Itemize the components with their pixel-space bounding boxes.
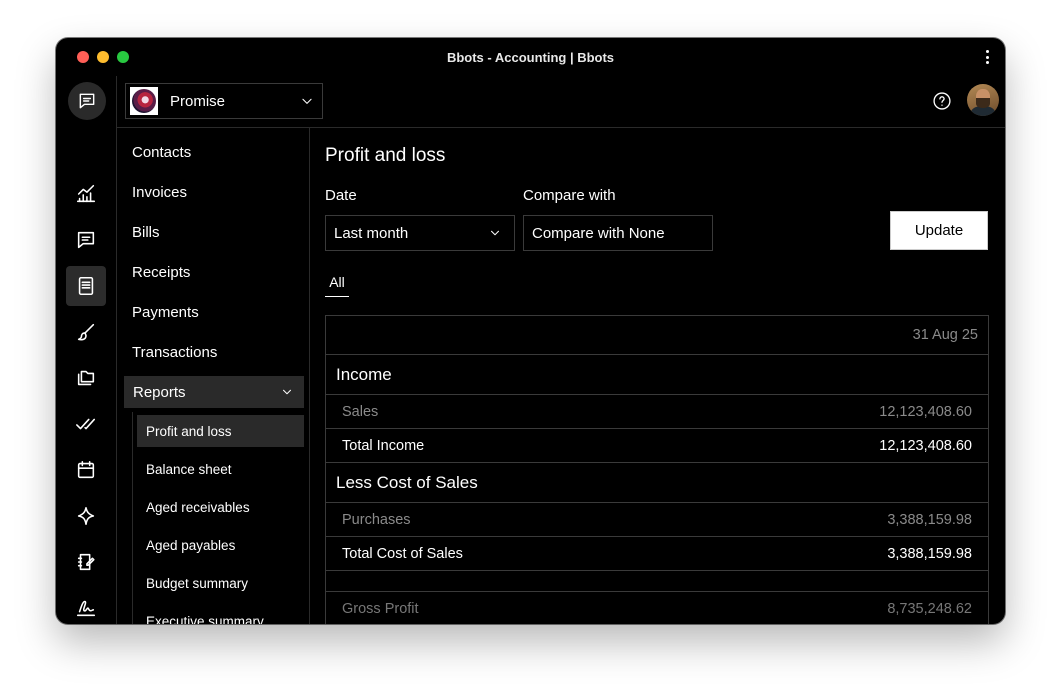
date-select-value: Last month (334, 224, 409, 242)
date-select[interactable]: Last month (325, 215, 515, 251)
app-window: Bbots - Accounting | Bbots Promise Conta… (56, 38, 1005, 624)
row-value: 12,123,408.60 (879, 403, 972, 420)
rail-item-tasks[interactable] (66, 404, 106, 444)
chart-icon (76, 184, 96, 203)
table-row-total: Total Cost of Sales 3,388,159.98 (326, 537, 988, 571)
rail-item-analytics[interactable] (66, 174, 106, 214)
sparkle-icon (77, 506, 95, 526)
accounting-sidebar: Contacts Invoices Bills Receipts Payment… (117, 128, 310, 624)
rail-item-accounting[interactable] (66, 266, 106, 306)
files-icon (77, 370, 95, 386)
rail-item-messages[interactable] (66, 220, 106, 260)
section-heading-income: Income (326, 355, 988, 395)
org-name: Promise (170, 92, 226, 110)
rail-item-files[interactable] (66, 358, 106, 398)
report-header-row: 31 Aug 25 (326, 316, 988, 355)
tab-all[interactable]: All (325, 274, 349, 297)
app-rail (56, 76, 117, 624)
page-title: Profit and loss (325, 145, 446, 166)
chat-logo-icon (79, 93, 95, 109)
sidebar-item-receipts[interactable]: Receipts (132, 264, 190, 281)
kebab-menu-icon[interactable] (983, 48, 991, 66)
org-logo (130, 87, 158, 115)
user-avatar[interactable] (967, 84, 999, 116)
close-window-button[interactable] (77, 51, 89, 63)
sidebar-item-payments[interactable]: Payments (132, 304, 199, 321)
table-row[interactable]: Sales 12,123,408.60 (326, 395, 988, 429)
compare-select[interactable]: Compare with None (523, 215, 713, 251)
table-spacer (326, 571, 988, 592)
organization-selector[interactable]: Promise (125, 83, 323, 119)
help-button[interactable] (930, 89, 954, 113)
top-bar: Promise (117, 76, 1005, 128)
chevron-down-icon (488, 226, 502, 240)
rail-item-signatures[interactable] (66, 588, 106, 624)
row-label: Total Income (342, 437, 425, 454)
row-value: 12,123,408.60 (879, 437, 972, 454)
sidebar-subitem-profit-and-loss[interactable]: Profit and loss (137, 415, 304, 447)
sidebar-item-invoices[interactable]: Invoices (132, 184, 187, 201)
notebook-icon (77, 553, 95, 571)
section-heading-cost-of-sales: Less Cost of Sales (326, 463, 988, 503)
column-date: 31 Aug 25 (912, 327, 978, 343)
row-value: 3,388,159.98 (887, 545, 972, 562)
compare-label: Compare with (523, 187, 616, 204)
sidebar-group-reports[interactable]: Reports (124, 376, 304, 408)
rail-item-ai[interactable] (66, 496, 106, 536)
rail-item-notes[interactable] (66, 542, 106, 582)
row-value: 8,735,248.62 (887, 600, 972, 617)
sidebar-subitem-aged-receivables[interactable]: Aged receivables (137, 491, 304, 523)
sidebar-item-transactions[interactable]: Transactions (132, 344, 217, 361)
row-label: Total Cost of Sales (342, 545, 463, 562)
brush-icon (77, 323, 95, 341)
row-value: 3,388,159.98 (887, 511, 972, 528)
row-label: Purchases (342, 511, 411, 528)
sidebar-item-bills[interactable]: Bills (132, 224, 160, 241)
table-row[interactable]: Purchases 3,388,159.98 (326, 503, 988, 537)
sidebar-subitem-aged-payables[interactable]: Aged payables (137, 529, 304, 561)
help-icon (933, 92, 951, 110)
report-main: Profit and loss Date Compare with Last m… (309, 128, 1005, 624)
row-label: Gross Profit (342, 600, 419, 617)
signature-icon (76, 600, 96, 617)
subnav-divider (132, 412, 133, 624)
rail-item-design[interactable] (66, 312, 106, 352)
row-label: Sales (342, 403, 379, 420)
app-logo[interactable] (68, 82, 106, 120)
sidebar-subitem-executive-summary[interactable]: Executive summary (137, 605, 304, 625)
sidebar-subitem-budget-summary[interactable]: Budget summary (137, 567, 304, 599)
check-double-icon (76, 418, 96, 430)
chevron-down-icon (280, 385, 294, 399)
table-row-total: Total Income 12,123,408.60 (326, 429, 988, 463)
calendar-icon (77, 460, 95, 479)
compare-select-value: Compare with None (532, 224, 665, 242)
title-bar: Bbots - Accounting | Bbots (56, 38, 1005, 76)
message-icon (77, 231, 95, 249)
rail-item-calendar[interactable] (66, 450, 106, 490)
date-label: Date (325, 187, 357, 204)
sidebar-subitem-balance-sheet[interactable]: Balance sheet (137, 453, 304, 485)
maximize-window-button[interactable] (117, 51, 129, 63)
book-icon (78, 276, 94, 296)
minimize-window-button[interactable] (97, 51, 109, 63)
report-table: 31 Aug 25 Income Sales 12,123,408.60 Tot… (325, 315, 989, 624)
sidebar-group-label: Reports (133, 383, 186, 401)
window-title: Bbots - Accounting | Bbots (446, 49, 615, 65)
sidebar-item-contacts[interactable]: Contacts (132, 144, 191, 161)
table-row-gross-profit: Gross Profit 8,735,248.62 (326, 592, 988, 624)
chevron-down-icon (300, 94, 314, 108)
update-button[interactable]: Update (890, 211, 988, 250)
